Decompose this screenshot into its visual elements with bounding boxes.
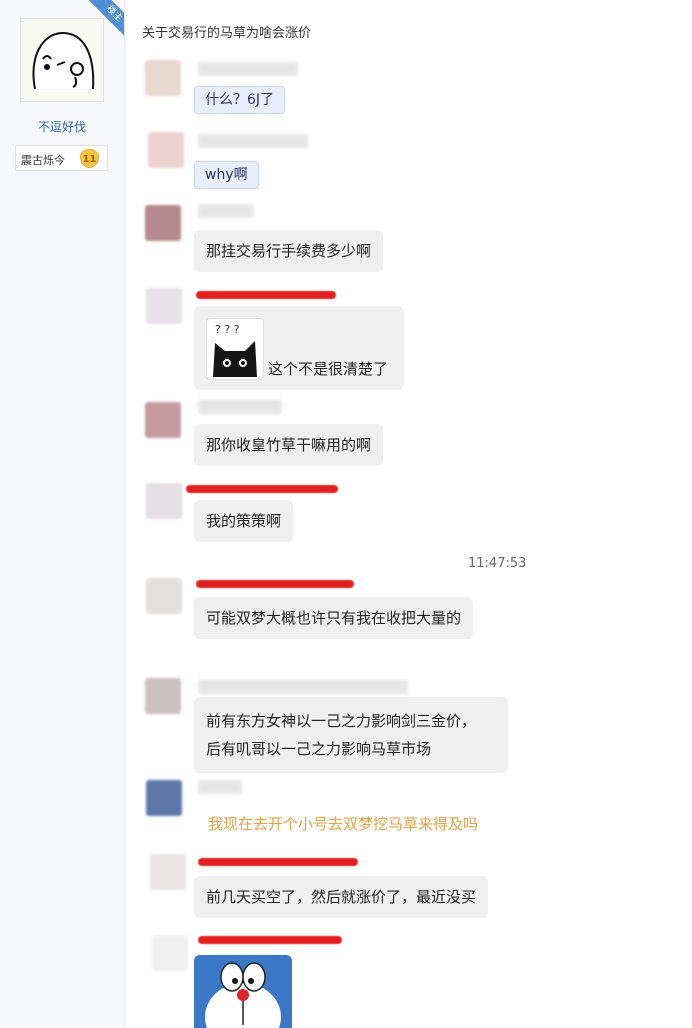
doraemon-icon	[205, 962, 281, 1028]
chat-bubble: 可能双梦大概也许只有我在收把大量的	[194, 597, 474, 639]
chat-avatar	[146, 288, 182, 324]
chat-bubble: 什么？6J了	[194, 86, 286, 114]
blurred-sender-name	[198, 680, 408, 694]
rank-name: 震古烁今	[21, 154, 65, 167]
redacted-sender-name	[186, 485, 338, 493]
blurred-sender-name	[198, 134, 308, 148]
svg-text:? ? ?: ? ? ?	[215, 323, 240, 336]
chat-bubble: 我的策策啊	[194, 500, 294, 542]
chat-bubble: 那挂交易行手续费多少啊	[194, 230, 384, 272]
cat-sticker-icon: ? ? ?	[213, 323, 257, 377]
chat-bubble: 前几天买空了，然后就涨价了，最近没买	[194, 876, 489, 918]
chat-avatar	[146, 780, 182, 816]
chat-bubble-line: 后有叽哥以一己之力影响马草市场	[206, 740, 432, 758]
chat-bubble: 那你收皇竹草干嘛用的啊	[194, 424, 384, 466]
blurred-sender-name	[198, 780, 242, 794]
level-shield-icon: 11	[80, 149, 99, 168]
chat-bubble-text: 这个不是很清楚了	[268, 360, 389, 378]
chat-avatar	[145, 205, 181, 241]
username-link[interactable]: 不逗好伐	[0, 118, 124, 135]
redacted-sender-name	[196, 291, 336, 299]
chat-timestamp: 11:47:53	[468, 556, 527, 571]
blurred-sender-name	[198, 62, 298, 76]
blurred-sender-name	[198, 204, 254, 218]
doraemon-sticker	[194, 955, 292, 1028]
rank-badge: 震古烁今 11	[15, 145, 108, 171]
chat-avatar	[150, 854, 186, 890]
avatar[interactable]	[20, 18, 104, 102]
chat-message-plain: 我现在去开个小号去双梦挖马草来得及吗	[208, 815, 479, 833]
chat-avatar	[145, 402, 181, 438]
chat-avatar	[148, 132, 184, 168]
chat-bubble: 前有东方女神以一己之力影响剑三金价， 后有叽哥以一己之力影响马草市场	[194, 697, 508, 773]
cartoon-face-icon	[32, 31, 95, 90]
chat-avatar	[145, 60, 181, 96]
post-title: 关于交易行的马草为啥会涨价	[142, 26, 312, 41]
chat-bubble: why啊	[194, 161, 259, 189]
chat-avatar	[145, 678, 181, 714]
redacted-sender-name	[196, 580, 354, 588]
chat-bubble-line: 前有东方女神以一己之力影响剑三金价，	[206, 712, 477, 730]
chat-avatar	[146, 483, 182, 519]
black-cat-question-sticker: ? ? ?	[206, 318, 264, 380]
chat-avatar	[152, 935, 188, 971]
redacted-sender-name	[198, 858, 358, 866]
chat-avatar	[146, 578, 182, 614]
redacted-sender-name	[198, 936, 342, 944]
blurred-sender-name	[198, 400, 282, 414]
author-sidebar: 楼主 不逗好伐 震古烁今 11	[0, 0, 125, 1028]
